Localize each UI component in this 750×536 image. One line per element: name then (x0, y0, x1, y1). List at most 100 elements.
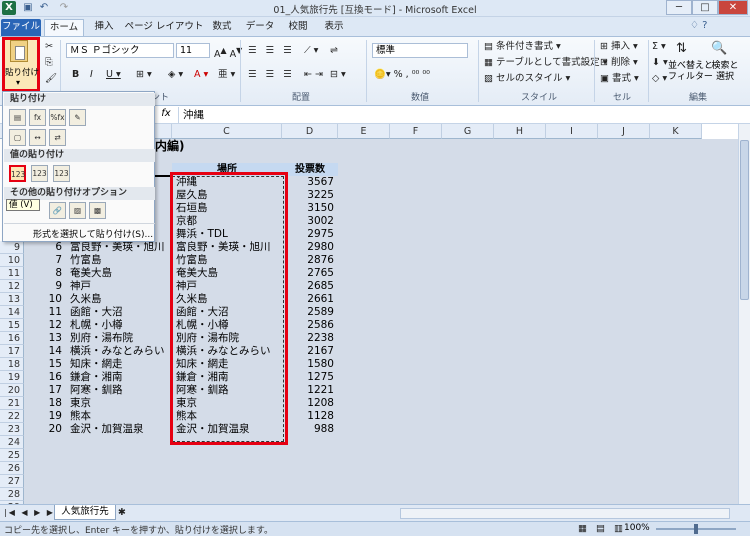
cell-name[interactable]: 別府・湯布院 (70, 332, 170, 345)
cell-votes[interactable]: 2765 (282, 267, 338, 280)
zoom-level[interactable]: 100% (624, 523, 650, 533)
cell-votes[interactable]: 3150 (282, 202, 338, 215)
row-header[interactable]: 25 (0, 449, 24, 462)
new-sheet-icon[interactable]: ✱ (118, 505, 126, 520)
tab-review[interactable]: 校閲 (284, 19, 312, 36)
column-header-i[interactable]: I (546, 124, 598, 139)
format-painter-icon[interactable]: 🖌 (45, 71, 57, 86)
cell-name[interactable]: 東京 (70, 397, 170, 410)
number-format-box[interactable]: 標準 (372, 43, 468, 58)
wrap-text-icon[interactable]: ⇌ (330, 43, 338, 58)
cell-rank[interactable]: 12 (40, 319, 66, 332)
cell-name[interactable]: 神戸 (70, 280, 170, 293)
column-header-e[interactable]: E (338, 124, 390, 139)
cell-votes[interactable]: 2661 (282, 293, 338, 306)
cell-votes[interactable]: 3225 (282, 189, 338, 202)
close-button[interactable]: ✕ (718, 0, 748, 15)
cell-votes[interactable]: 2167 (282, 345, 338, 358)
row-header[interactable]: 28 (0, 488, 24, 501)
paste-picture-icon[interactable]: ▨ (69, 202, 86, 219)
cell-rank[interactable]: 10 (40, 293, 66, 306)
cell-name[interactable]: 奄美大島 (70, 267, 170, 280)
font-color-icon[interactable]: A ▾ (194, 67, 208, 82)
cell-name[interactable]: 鎌倉・湘南 (70, 371, 170, 384)
paste-special-item[interactable]: 形式を選択して貼り付け(S)... (33, 227, 153, 240)
fx-icon[interactable]: fx (158, 108, 174, 122)
row-header[interactable]: 18 (0, 358, 24, 371)
cell-votes[interactable]: 3567 (282, 176, 338, 189)
row-header[interactable]: 24 (0, 436, 24, 449)
column-header-g[interactable]: G (442, 124, 494, 139)
tab-page-layout[interactable]: ページ レイアウト (124, 19, 204, 36)
autosum-icon[interactable]: Σ ▾ (652, 39, 666, 54)
row-header[interactable]: 20 (0, 384, 24, 397)
find-select-icon[interactable]: 🔍 (711, 41, 727, 56)
cell-votes[interactable]: 2589 (282, 306, 338, 319)
cell-votes[interactable]: 2685 (282, 280, 338, 293)
cell-name[interactable]: 富良野・美瑛・旭川 (70, 241, 170, 254)
cell-votes[interactable]: 2876 (282, 254, 338, 267)
cell-rank[interactable]: 17 (40, 384, 66, 397)
row-header[interactable]: 23 (0, 423, 24, 436)
cell-votes[interactable]: 2238 (282, 332, 338, 345)
column-header-f[interactable]: F (390, 124, 442, 139)
cell-votes[interactable]: 2586 (282, 319, 338, 332)
cell-votes[interactable]: 1275 (282, 371, 338, 384)
cell-votes[interactable]: 988 (282, 423, 338, 436)
italic-button[interactable]: I (90, 67, 93, 82)
row-header[interactable]: 11 (0, 267, 24, 280)
minimize-button[interactable]: ─ (666, 0, 692, 15)
paste-formula-number-icon[interactable]: %fx (49, 109, 66, 126)
cell-name[interactable]: 竹富島 (70, 254, 170, 267)
font-size-box[interactable]: 11 (176, 43, 210, 58)
fill-color-icon[interactable]: ◈ ▾ (168, 67, 183, 82)
tab-file[interactable]: ファイル (1, 19, 41, 36)
phonetic-icon[interactable]: 亜 ▾ (218, 67, 235, 82)
row-header[interactable]: 15 (0, 319, 24, 332)
paste-keep-source-icon[interactable]: ✎ (69, 109, 86, 126)
column-header-c[interactable]: C (172, 124, 282, 139)
cell-rank[interactable]: 14 (40, 345, 66, 358)
paste-values-number-format-icon[interactable]: 123 (31, 165, 48, 182)
cell-name[interactable]: 熊本 (70, 410, 170, 423)
formula-input[interactable]: 沖縄 (178, 107, 738, 123)
row-header[interactable]: 14 (0, 306, 24, 319)
bold-button[interactable]: B (72, 67, 79, 82)
row-header[interactable]: 9 (0, 241, 24, 254)
row-header[interactable]: 17 (0, 345, 24, 358)
tab-data[interactable]: データ (244, 19, 276, 36)
cell-name[interactable]: 札幌・小樽 (70, 319, 170, 332)
cell-rank[interactable]: 20 (40, 423, 66, 436)
cell-rank[interactable]: 6 (40, 241, 66, 254)
column-header-h[interactable]: H (494, 124, 546, 139)
row-header[interactable]: 21 (0, 397, 24, 410)
row-header[interactable]: 13 (0, 293, 24, 306)
font-grow-icon[interactable]: A▲ A▼ (214, 43, 242, 62)
clear-icon[interactable]: ◇ ▾ (652, 71, 667, 86)
tab-home[interactable]: ホーム (44, 19, 84, 36)
cell-votes[interactable]: 1580 (282, 358, 338, 371)
cell-rank[interactable]: 8 (40, 267, 66, 280)
sort-filter-icon[interactable]: ⇅ (676, 41, 687, 56)
cell-rank[interactable]: 15 (40, 358, 66, 371)
border-icon[interactable]: ⊞ ▾ (136, 67, 152, 82)
row-header[interactable]: 26 (0, 462, 24, 475)
number-format-icons[interactable]: 🪙▾ % , ⁰⁰ ⁰⁰ (374, 67, 430, 82)
conditional-format-button[interactable]: ▤ 条件付き書式 ▾ (484, 39, 561, 54)
row-header[interactable]: 22 (0, 410, 24, 423)
format-as-table-button[interactable]: ▦ テーブルとして書式設定 ▾ (484, 55, 607, 70)
cell-votes[interactable]: 1221 (282, 384, 338, 397)
merge-icon[interactable]: ⊟ ▾ (330, 67, 346, 82)
tab-insert[interactable]: 挿入 (88, 19, 120, 36)
tab-view[interactable]: 表示 (320, 19, 348, 36)
view-buttons[interactable]: ▦ ▤ ▥ (578, 521, 626, 536)
column-header-d[interactable]: D (282, 124, 338, 139)
indent-icons[interactable]: ⇤ ⇥ (304, 67, 323, 82)
cell-rank[interactable]: 18 (40, 397, 66, 410)
paste-formula-icon[interactable]: fx (29, 109, 46, 126)
cell-name[interactable]: 阿寒・釧路 (70, 384, 170, 397)
insert-cells-button[interactable]: ⊞ 挿入 ▾ (600, 39, 638, 54)
row-header[interactable]: 16 (0, 332, 24, 345)
cell-votes[interactable]: 2980 (282, 241, 338, 254)
sheet-tab-active[interactable]: 人気旅行先 (54, 505, 116, 520)
